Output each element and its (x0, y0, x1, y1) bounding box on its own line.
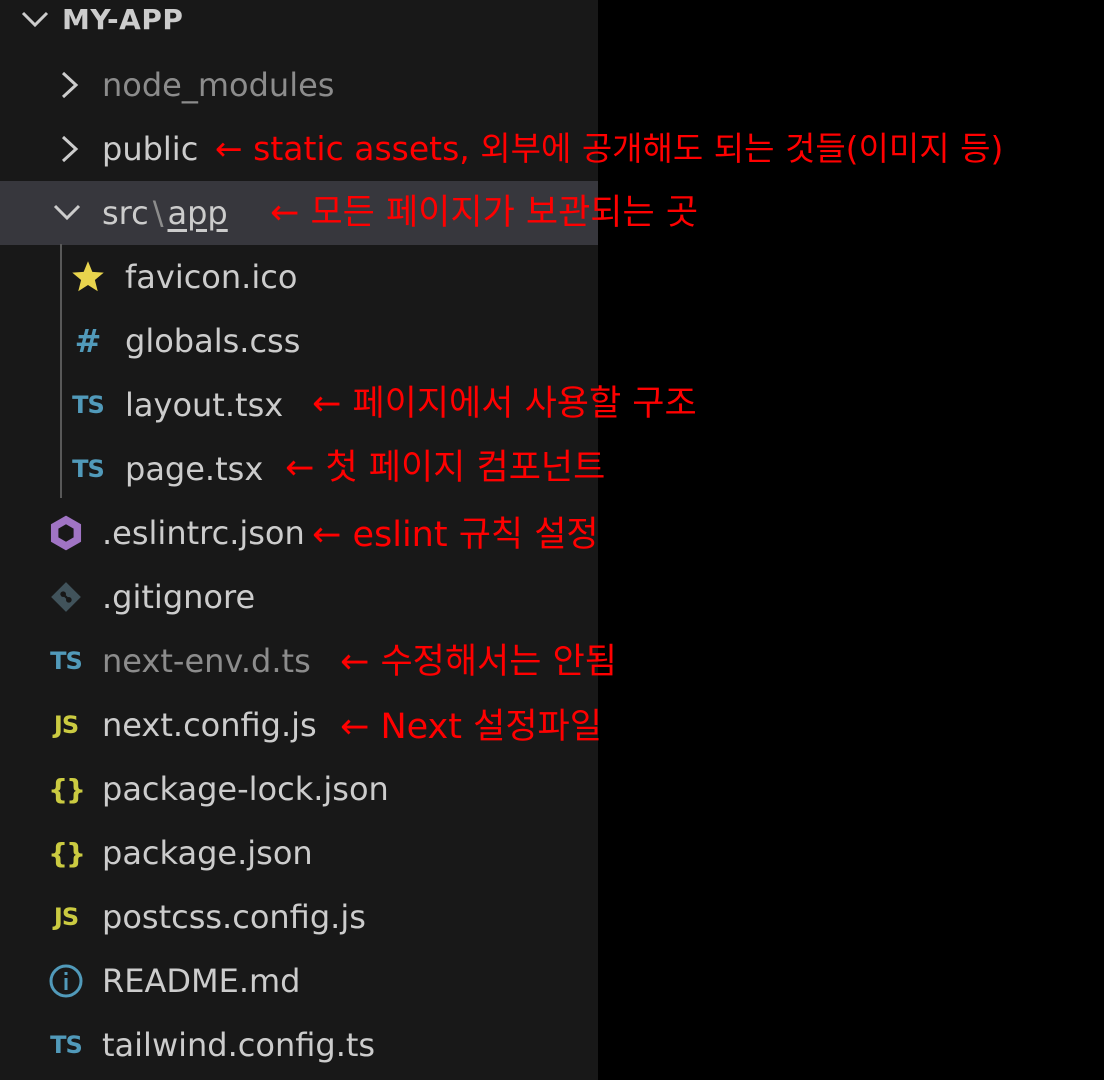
tree-item-label: next.config.js (102, 706, 317, 744)
json-icon: {} (48, 772, 86, 806)
annotation-layout: ← 페이지에서 사용할 구조 (312, 384, 697, 424)
typescript-icon: TS (72, 455, 105, 483)
tree-item-label: postcss.config.js (102, 898, 366, 936)
chevron-down-icon[interactable] (20, 5, 50, 35)
annotation-page: ← 첫 페이지 컴포넌트 (285, 448, 606, 488)
tree-item-label: globals.css (125, 322, 301, 360)
folder-segment-src[interactable]: src (102, 194, 149, 232)
javascript-icon: JS (53, 711, 79, 739)
explorer-root-header[interactable]: MY-APP (0, 0, 598, 52)
tree-item-label: .eslintrc.json (102, 514, 305, 552)
typescript-icon: TS (72, 391, 105, 419)
tree-item-label: README.md (102, 962, 301, 1000)
annotation-public: ← static assets, 외부에 공개해도 되는 것들(이미지 등) (215, 129, 1004, 168)
tree-item-gitignore[interactable]: .gitignore (0, 565, 598, 629)
tree-item-readme[interactable]: README.md (0, 949, 598, 1013)
tree-item-label: favicon.ico (125, 258, 298, 296)
annotation-next-env: ← 수정해서는 안됨 (340, 642, 617, 682)
tree-item-label: tailwind.config.ts (102, 1026, 376, 1064)
tree-item-postcss-config[interactable]: JS postcss.config.js (0, 885, 598, 949)
tree-item-tailwind-config[interactable]: TS tailwind.config.ts (0, 1013, 598, 1077)
tree-item-label: page.tsx (125, 450, 264, 488)
folder-segment-app[interactable]: app (168, 194, 228, 232)
annotation-src-app: ← 모든 페이지가 보관되는 곳 (270, 193, 699, 233)
tree-item-label: node_modules (102, 66, 335, 104)
tree-item-label: package-lock.json (102, 770, 389, 808)
annotation-eslintrc: ← eslint 규칙 설정 (312, 515, 599, 555)
git-icon (46, 577, 86, 617)
json-icon: {} (48, 836, 86, 870)
tree-item-package-lock[interactable]: {} package-lock.json (0, 757, 598, 821)
root-folder-label: MY-APP (62, 3, 184, 36)
tree-item-label: public (102, 130, 199, 168)
star-icon (68, 257, 108, 297)
tree-item-favicon[interactable]: favicon.ico (0, 245, 598, 309)
tree-item-label: layout.tsx (125, 386, 284, 424)
chevron-right-icon[interactable] (55, 134, 85, 164)
tree-item-label: .gitignore (102, 578, 256, 616)
tree-item-package-json[interactable]: {} package.json (0, 821, 598, 885)
tree-item-label: next-env.d.ts (102, 642, 311, 680)
tree-item-globals-css[interactable]: # globals.css (0, 309, 598, 373)
chevron-right-icon[interactable] (55, 70, 85, 100)
typescript-icon: TS (50, 647, 83, 675)
annotation-next-config: ← Next 설정파일 (340, 707, 602, 747)
javascript-icon: JS (53, 903, 79, 931)
tree-item-label: package.json (102, 834, 313, 872)
eslint-icon (46, 513, 86, 553)
css-hash-icon: # (74, 322, 102, 360)
chevron-down-icon[interactable] (52, 198, 82, 228)
path-separator: \ (152, 194, 164, 232)
info-icon (46, 961, 86, 1001)
tree-item-label: src \ app (102, 197, 228, 229)
typescript-icon: TS (50, 1031, 83, 1059)
tree-item-node-modules[interactable]: node_modules (0, 53, 598, 117)
